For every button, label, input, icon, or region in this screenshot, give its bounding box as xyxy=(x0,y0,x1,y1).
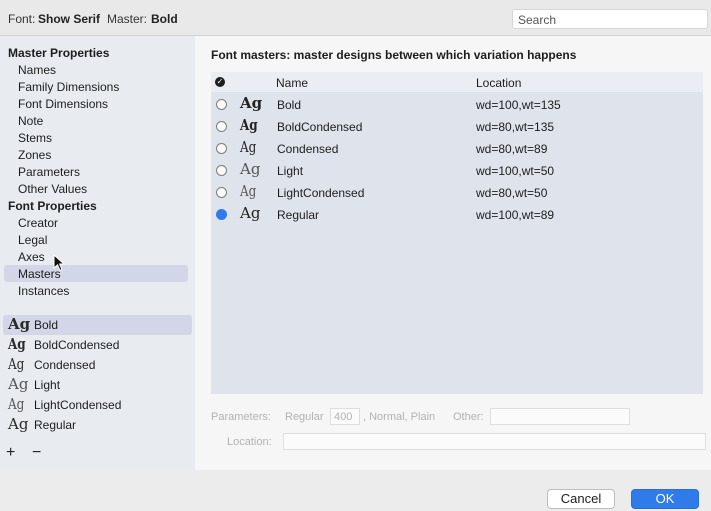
master-location-cell: wd=80,wt=135 xyxy=(476,120,555,134)
location-label: Location: xyxy=(227,436,272,448)
checkmark-icon[interactable]: ✓ xyxy=(215,77,225,87)
master-list-item-bold[interactable]: Ag Bold xyxy=(8,315,188,335)
parameters-suffix: , Normal, Plain xyxy=(363,411,436,423)
master-glyph-sample: Ag xyxy=(240,138,257,156)
add-master-button[interactable]: + xyxy=(6,444,15,462)
sidebar-item-names[interactable]: Names xyxy=(18,63,56,77)
default-master-radio[interactable] xyxy=(216,165,227,176)
master-list-item-condensed[interactable]: Ag Condensed xyxy=(8,355,188,375)
default-master-radio[interactable] xyxy=(216,99,227,110)
main-panel: Font masters: master designs between whi… xyxy=(195,36,711,470)
table-header: ✓ Name Location xyxy=(211,72,703,92)
master-location-cell: wd=100,wt=50 xyxy=(476,164,555,178)
column-header-location[interactable]: Location xyxy=(476,76,521,90)
table-row[interactable]: Ag Bold wd=100,wt=135 xyxy=(211,93,703,115)
ok-button[interactable]: OK xyxy=(631,489,699,509)
master-glyph-sample: Ag xyxy=(8,315,31,333)
table-row[interactable]: Ag LightCondensed wd=80,wt=50 xyxy=(211,181,703,203)
sidebar-item-axes[interactable]: Axes xyxy=(18,250,45,264)
master-glyph-sample: Ag xyxy=(8,415,29,433)
master-name-cell: Bold xyxy=(277,98,302,112)
masters-table: ✓ Name Location Ag Bold wd=100,wt=135 Ag… xyxy=(211,72,703,394)
parameters-label: Parameters: xyxy=(211,411,271,423)
sidebar-item-instances[interactable]: Instances xyxy=(18,284,69,298)
master-name: Light xyxy=(34,378,61,392)
master-glyph-sample: Ag xyxy=(240,204,261,222)
column-header-name[interactable]: Name xyxy=(276,76,308,90)
sidebar: Master Properties Names Family Dimension… xyxy=(0,36,195,470)
location-field[interactable] xyxy=(283,433,706,450)
font-properties-heading: Font Properties xyxy=(8,199,97,213)
sidebar-item-stems[interactable]: Stems xyxy=(18,131,52,145)
table-row[interactable]: Ag BoldCondensed wd=80,wt=135 xyxy=(211,115,703,137)
master-name[interactable]: Bold xyxy=(151,12,178,26)
master-name-cell: Regular xyxy=(277,208,320,222)
master-list-item-lightcondensed[interactable]: Ag LightCondensed xyxy=(8,395,188,415)
default-master-radio[interactable] xyxy=(216,187,227,198)
sidebar-item-family-dimensions[interactable]: Family Dimensions xyxy=(18,80,119,94)
sidebar-item-note[interactable]: Note xyxy=(18,114,43,128)
master-glyph-sample: Ag xyxy=(240,182,257,200)
master-location-cell: wd=80,wt=50 xyxy=(476,186,548,200)
sidebar-item-other-values[interactable]: Other Values xyxy=(18,182,87,196)
master-name-cell: Condensed xyxy=(277,142,339,156)
table-row[interactable]: Ag Light wd=100,wt=50 xyxy=(211,159,703,181)
default-master-radio[interactable] xyxy=(216,209,227,220)
master-name: Condensed xyxy=(34,358,96,372)
master-name-cell: LightCondensed xyxy=(277,186,365,200)
master-properties-heading: Master Properties xyxy=(8,46,110,60)
default-master-radio[interactable] xyxy=(216,143,227,154)
master-list-item-light[interactable]: Ag Light xyxy=(8,375,188,395)
master-location-cell: wd=80,wt=89 xyxy=(476,142,548,156)
master-name: Bold xyxy=(34,318,59,332)
master-glyph-sample: Ag xyxy=(240,94,263,112)
sidebar-item-font-dimensions[interactable]: Font Dimensions xyxy=(18,97,108,111)
sidebar-item-creator[interactable]: Creator xyxy=(18,216,58,230)
search-input[interactable]: Search xyxy=(512,9,708,29)
table-row[interactable]: Ag Regular wd=100,wt=89 xyxy=(211,203,703,225)
mouse-pointer-icon xyxy=(53,254,65,272)
master-location-cell: wd=100,wt=89 xyxy=(476,208,555,222)
default-master-radio[interactable] xyxy=(216,121,227,132)
sidebar-item-legal[interactable]: Legal xyxy=(18,233,47,247)
master-glyph-sample: Ag xyxy=(8,355,25,373)
sidebar-item-parameters[interactable]: Parameters xyxy=(18,165,80,179)
master-name: Regular xyxy=(34,418,77,432)
master-list-item-boldcondensed[interactable]: Ag BoldCondensed xyxy=(8,335,188,355)
cancel-button[interactable]: Cancel xyxy=(547,489,615,509)
page-title: Font masters: master designs between whi… xyxy=(211,48,577,62)
master-name-cell: BoldCondensed xyxy=(277,120,363,134)
master-glyph-sample: Ag xyxy=(8,395,25,413)
weight-field[interactable]: 400 xyxy=(330,408,360,425)
other-field[interactable] xyxy=(490,408,630,425)
font-label: Font: xyxy=(8,12,36,26)
top-bar: Font: Show Serif Master: Bold Search xyxy=(0,0,711,36)
master-glyph-sample: Ag xyxy=(8,335,26,353)
other-label: Other: xyxy=(453,411,484,423)
parameters-style: Regular xyxy=(285,411,324,423)
master-label: Master: xyxy=(107,12,148,26)
master-name-cell: Light xyxy=(277,164,304,178)
master-list-item-regular[interactable]: Ag Regular xyxy=(8,415,188,435)
master-location-cell: wd=100,wt=135 xyxy=(476,98,561,112)
font-name[interactable]: Show Serif xyxy=(38,12,100,26)
master-glyph-sample: Ag xyxy=(8,375,29,393)
master-name: BoldCondensed xyxy=(34,338,120,352)
remove-master-button[interactable]: − xyxy=(32,444,41,462)
table-row[interactable]: Ag Condensed wd=80,wt=89 xyxy=(211,137,703,159)
sidebar-item-zones[interactable]: Zones xyxy=(18,148,51,162)
master-glyph-sample: Ag xyxy=(240,116,258,134)
master-name: LightCondensed xyxy=(34,398,122,412)
master-glyph-sample: Ag xyxy=(240,160,261,178)
